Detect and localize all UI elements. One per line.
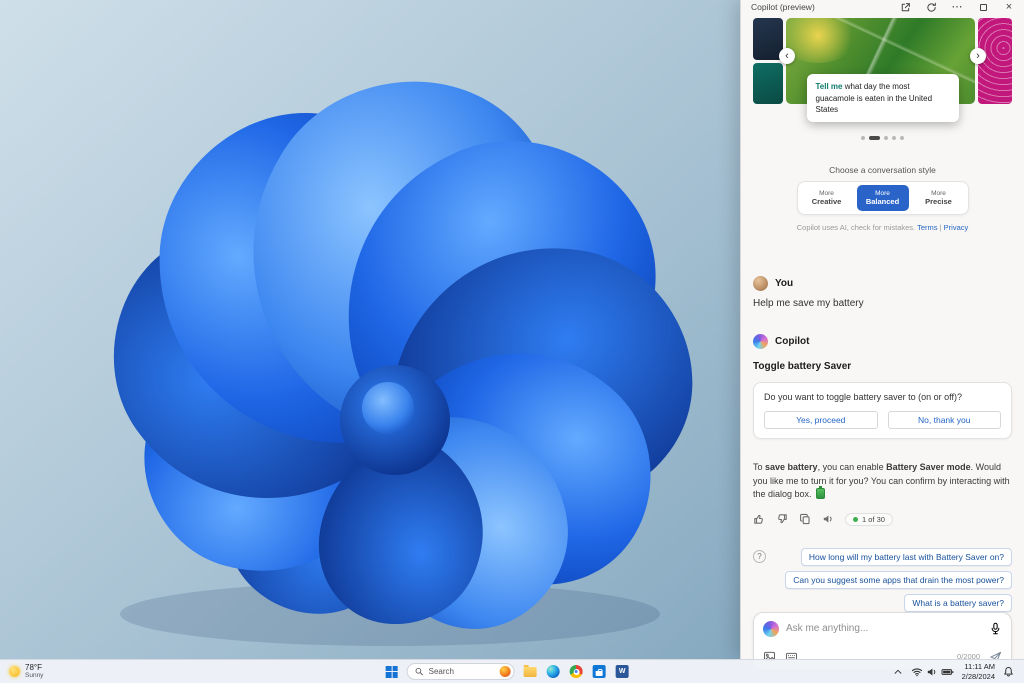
- volume-icon: [926, 666, 938, 678]
- copilot-titlebar: Copilot (preview) ⋯ ×: [741, 0, 1024, 14]
- taskbar: 78°F Sunny Search: [0, 659, 1024, 683]
- thumbs-down-icon[interactable]: [776, 513, 788, 525]
- suggestion-chips: ? How long will my battery last with Bat…: [753, 548, 1012, 612]
- search-box[interactable]: Search: [407, 663, 515, 680]
- user-name: You: [775, 278, 793, 289]
- weather-temperature: 78°F: [25, 664, 43, 673]
- copy-icon[interactable]: [799, 513, 811, 525]
- refresh-icon[interactable]: [924, 0, 938, 14]
- clock[interactable]: 11:11 AM 2/28/2024: [962, 662, 995, 682]
- style-option-balanced[interactable]: More Balanced: [857, 185, 909, 211]
- carousel-dot[interactable]: [884, 136, 888, 140]
- chat-input[interactable]: [786, 623, 982, 634]
- open-external-icon[interactable]: [898, 0, 912, 14]
- page-indicator: 1 of 30: [845, 513, 893, 526]
- carousel-dot[interactable]: [861, 136, 865, 140]
- suggestion-chip[interactable]: How long will my battery last with Batte…: [801, 548, 1012, 566]
- carousel-tile[interactable]: [753, 63, 783, 105]
- search-highlight-icon: [500, 666, 511, 677]
- chevron-up-icon[interactable]: [893, 667, 903, 677]
- carousel-dot[interactable]: [892, 136, 896, 140]
- suggestion-chip[interactable]: Can you suggest some apps that drain the…: [785, 571, 1012, 589]
- user-avatar: [753, 276, 768, 291]
- carousel: ‹ › Tell me what day the most guacamole …: [753, 18, 1012, 104]
- copilot-avatar: [753, 334, 768, 349]
- battery-saver-dialog: Do you want to toggle battery saver to (…: [753, 382, 1012, 439]
- maximize-icon[interactable]: [976, 0, 990, 14]
- copilot-logo-icon: [763, 621, 779, 637]
- green-dot-icon: [853, 517, 858, 522]
- bloom-wallpaper: [0, 0, 740, 659]
- thumbs-up-icon[interactable]: [753, 513, 765, 525]
- carousel-dot[interactable]: [900, 136, 904, 140]
- wifi-icon: [911, 666, 923, 678]
- carousel-dot-active[interactable]: [869, 136, 880, 140]
- privacy-link[interactable]: Privacy: [944, 223, 969, 232]
- no-thank-you-button[interactable]: No, thank you: [888, 411, 1002, 429]
- panel-title: Copilot (preview): [751, 2, 815, 12]
- tooltip-highlight: Tell me: [816, 82, 843, 91]
- carousel-dots: [753, 136, 1012, 140]
- style-picker-label: Choose a conversation style: [753, 165, 1012, 175]
- style-picker: More Creative More Balanced More Precise: [753, 181, 1012, 215]
- word-icon[interactable]: [616, 665, 629, 678]
- assistant-name: Copilot: [775, 336, 809, 347]
- file-explorer-icon[interactable]: [524, 667, 537, 677]
- edge-icon[interactable]: [547, 665, 560, 678]
- message-actions: 1 of 30: [753, 513, 1012, 526]
- tray-status-cluster[interactable]: [911, 666, 954, 678]
- user-message: Help me save my battery: [753, 298, 1012, 309]
- assistant-heading: Toggle battery Saver: [753, 361, 1012, 372]
- battery-icon: [941, 666, 954, 678]
- copilot-body: ‹ › Tell me what day the most guacamole …: [741, 14, 1024, 680]
- carousel-next-icon[interactable]: ›: [970, 48, 986, 64]
- carousel-prev-icon[interactable]: ‹: [779, 48, 795, 64]
- search-label: Search: [429, 667, 495, 676]
- taskbar-center: Search: [386, 660, 629, 683]
- help-icon[interactable]: ?: [753, 550, 766, 563]
- terms-link[interactable]: Terms: [917, 223, 937, 232]
- dialog-question: Do you want to toggle battery saver to (…: [764, 392, 1001, 402]
- ai-disclaimer: Copilot uses AI, check for mistakes. Ter…: [753, 223, 1012, 232]
- style-option-precise[interactable]: More Precise: [913, 185, 965, 211]
- carousel-tooltip[interactable]: Tell me what day the most guacamole is e…: [807, 74, 959, 122]
- assistant-message-header: Copilot: [753, 334, 1012, 349]
- chrome-icon[interactable]: [570, 665, 583, 678]
- store-icon[interactable]: [593, 665, 606, 678]
- weather-widget[interactable]: 78°F Sunny: [0, 664, 43, 680]
- tray-date: 2/28/2024: [962, 672, 995, 682]
- system-tray: 11:11 AM 2/28/2024: [893, 660, 1024, 683]
- mic-icon[interactable]: [989, 622, 1002, 635]
- battery-emoji-icon: [816, 488, 825, 499]
- windows-start-icon[interactable]: [386, 666, 398, 678]
- bell-icon[interactable]: [1003, 666, 1014, 677]
- more-icon[interactable]: ⋯: [950, 0, 964, 14]
- style-option-creative[interactable]: More Creative: [801, 185, 853, 211]
- user-message-header: You: [753, 276, 1012, 291]
- search-icon: [415, 667, 424, 676]
- read-aloud-icon[interactable]: [822, 513, 834, 525]
- sun-icon: [9, 666, 20, 677]
- desktop: [0, 0, 740, 659]
- yes-proceed-button[interactable]: Yes, proceed: [764, 411, 878, 429]
- weather-condition: Sunny: [25, 672, 43, 679]
- assistant-answer: To save battery, you can enable Battery …: [753, 461, 1012, 502]
- tray-time: 11:11 AM: [962, 662, 995, 672]
- close-icon[interactable]: ×: [1002, 0, 1016, 14]
- suggestion-chip[interactable]: What is a battery saver?: [904, 594, 1012, 612]
- copilot-panel: Copilot (preview) ⋯ × ‹ › Tell me what d…: [740, 0, 1024, 659]
